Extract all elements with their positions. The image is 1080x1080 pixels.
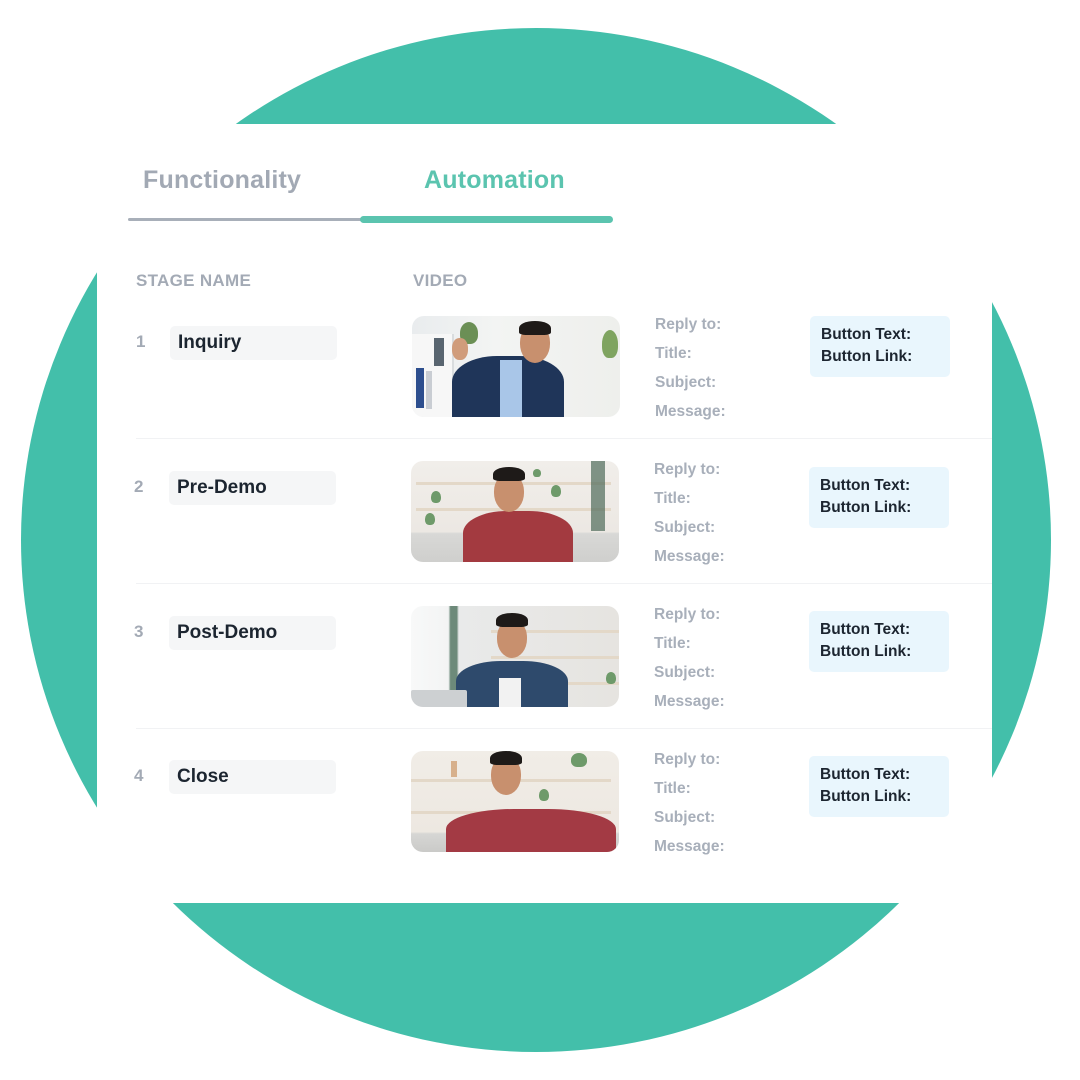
video-thumbnail[interactable] [412,316,620,417]
button-text-label: Button Text: [821,326,912,343]
subject-label[interactable]: Subject: [655,374,716,392]
video-thumbnail[interactable] [411,461,619,562]
column-header-stage-name: STAGE NAME [136,271,252,290]
stage-name-field[interactable]: Close [169,760,336,794]
stage-name-value: Pre-Demo [177,477,267,498]
title-label[interactable]: Title: [655,345,692,363]
reply-to-label[interactable]: Reply to: [654,751,720,769]
stage-number: 2 [134,477,144,496]
stage-row: 2 Pre-Demo Reply to: Title: Subject: Mes… [0,461,1080,606]
reply-to-label[interactable]: Reply to: [655,316,721,334]
button-text-label: Button Text: [820,477,911,494]
stage-row: 4 Close Reply to: Title: Subject: Messag… [0,751,1080,896]
tab-automation[interactable]: Automation [424,166,565,195]
stage-number: 1 [136,332,146,351]
stage-name-value: Close [177,766,229,787]
stage-row: 3 Post-Demo Reply to: Title: Subject: Me… [0,606,1080,751]
message-label[interactable]: Message: [654,838,725,856]
subject-label[interactable]: Subject: [654,519,715,537]
message-label[interactable]: Message: [655,403,726,421]
stage-name-value: Inquiry [178,332,242,353]
stage-name-value: Post-Demo [177,622,278,643]
button-text-label: Button Text: [820,766,911,783]
button-link-label: Button Link: [821,348,913,365]
button-settings-box[interactable]: Button Text: Button Link: [809,756,949,817]
stage-row: 1 Inquiry Reply to: Title: Subject: Mess… [0,316,1080,461]
message-label[interactable]: Message: [654,548,725,566]
active-tab-indicator [360,216,613,223]
title-label[interactable]: Title: [654,780,691,798]
button-link-label: Button Link: [820,788,912,805]
tab-functionality[interactable]: Functionality [143,166,301,195]
button-settings-box[interactable]: Button Text: Button Link: [809,467,949,528]
button-settings-box[interactable]: Button Text: Button Link: [810,316,950,377]
row-divider [136,583,992,584]
button-text-label: Button Text: [820,621,911,638]
message-label[interactable]: Message: [654,693,725,711]
stage-number: 4 [134,766,144,785]
video-thumbnail[interactable] [411,606,619,707]
button-link-label: Button Link: [820,643,912,660]
tab-underline [128,218,364,221]
subject-label[interactable]: Subject: [654,809,715,827]
button-settings-box[interactable]: Button Text: Button Link: [809,611,949,672]
reply-to-label[interactable]: Reply to: [654,606,720,624]
stage-number: 3 [134,622,144,641]
title-label[interactable]: Title: [654,490,691,508]
row-divider [136,728,992,729]
reply-to-label[interactable]: Reply to: [654,461,720,479]
stage-name-field[interactable]: Pre-Demo [169,471,336,505]
stage-name-field[interactable]: Post-Demo [169,616,336,650]
title-label[interactable]: Title: [654,635,691,653]
column-header-video: VIDEO [413,271,468,290]
row-divider [136,438,992,439]
subject-label[interactable]: Subject: [654,664,715,682]
video-thumbnail[interactable] [411,751,619,852]
button-link-label: Button Link: [820,499,912,516]
stage-name-field[interactable]: Inquiry [170,326,337,360]
